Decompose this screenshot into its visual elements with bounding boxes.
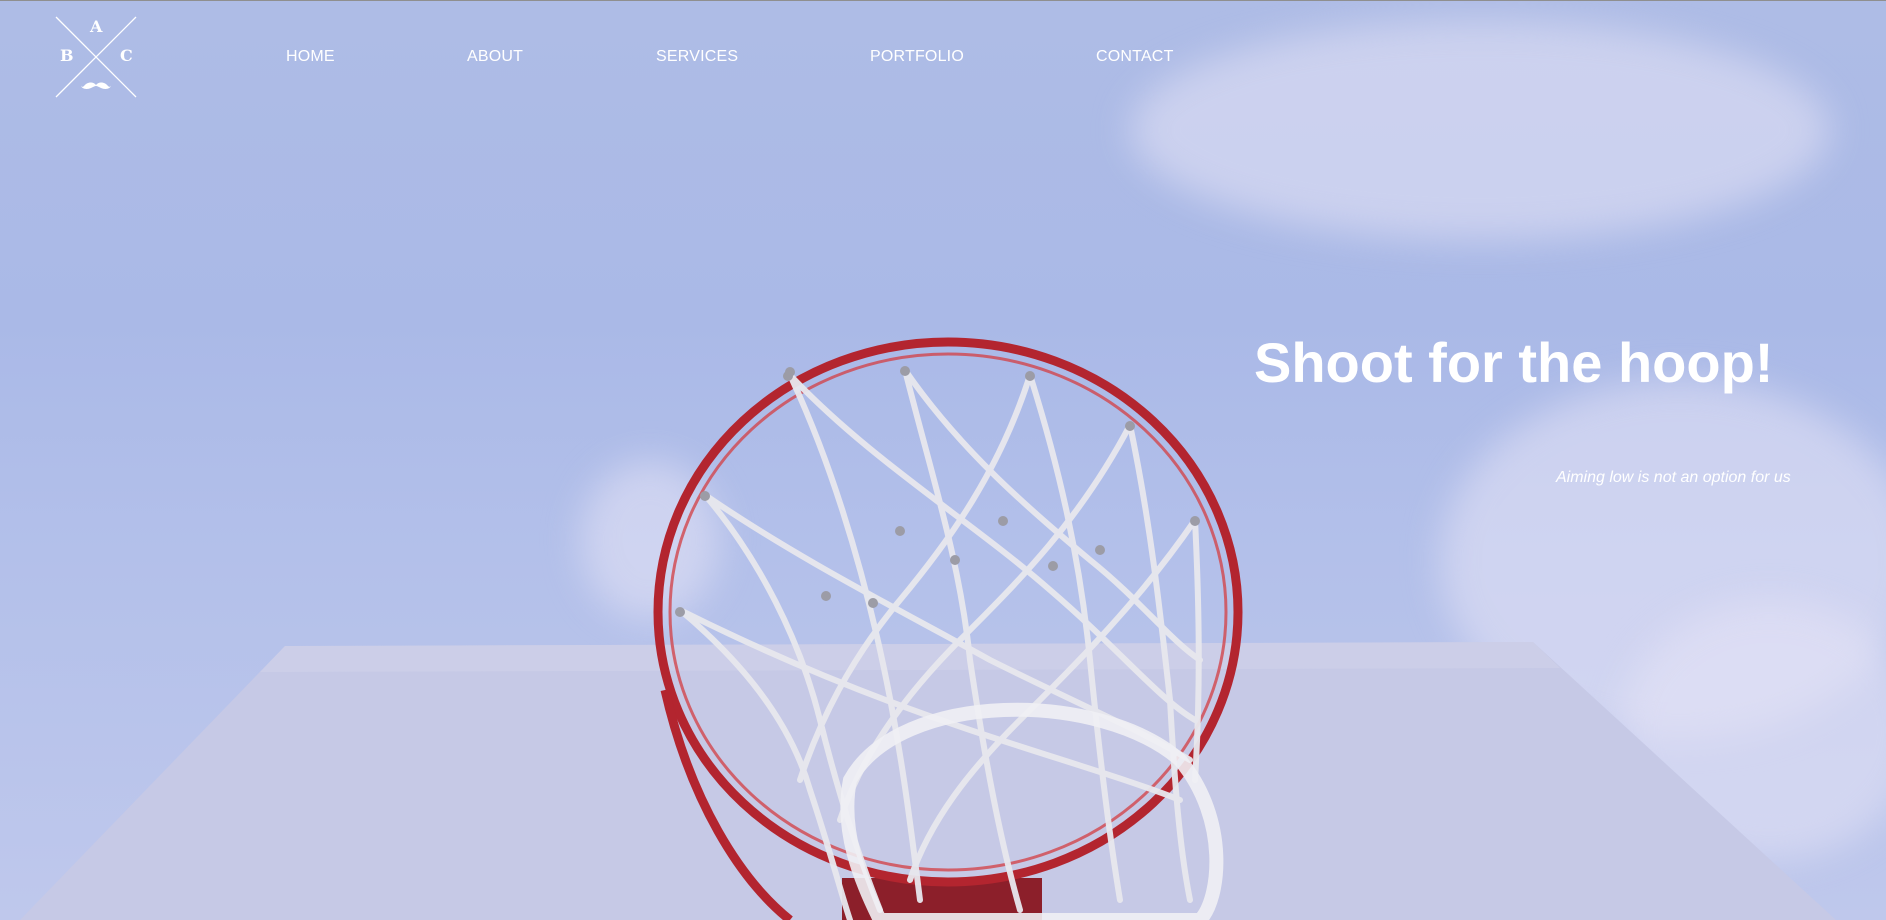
top-border bbox=[0, 0, 1886, 1]
mustache-icon bbox=[81, 82, 111, 89]
nav-item-services[interactable]: SERVICES bbox=[656, 48, 738, 66]
hero-headline: Shoot for the hoop! bbox=[1254, 331, 1774, 394]
nav-item-about[interactable]: ABOUT bbox=[467, 48, 523, 66]
basketball-hoop-illustration bbox=[20, 337, 1836, 920]
hero-tagline: Aiming low is not an option for us bbox=[1556, 469, 1791, 486]
nav-item-home[interactable]: HOME bbox=[286, 48, 335, 66]
nav-item-portfolio[interactable]: PORTFOLIO bbox=[870, 48, 964, 66]
logo-letter-a: A bbox=[90, 17, 103, 36]
hero-background bbox=[0, 0, 1886, 920]
nav-item-contact[interactable]: CONTACT bbox=[1096, 48, 1174, 66]
main-nav: HOME ABOUT SERVICES PORTFOLIO CONTACT bbox=[0, 48, 1886, 68]
backboard-shadow bbox=[260, 642, 1560, 672]
